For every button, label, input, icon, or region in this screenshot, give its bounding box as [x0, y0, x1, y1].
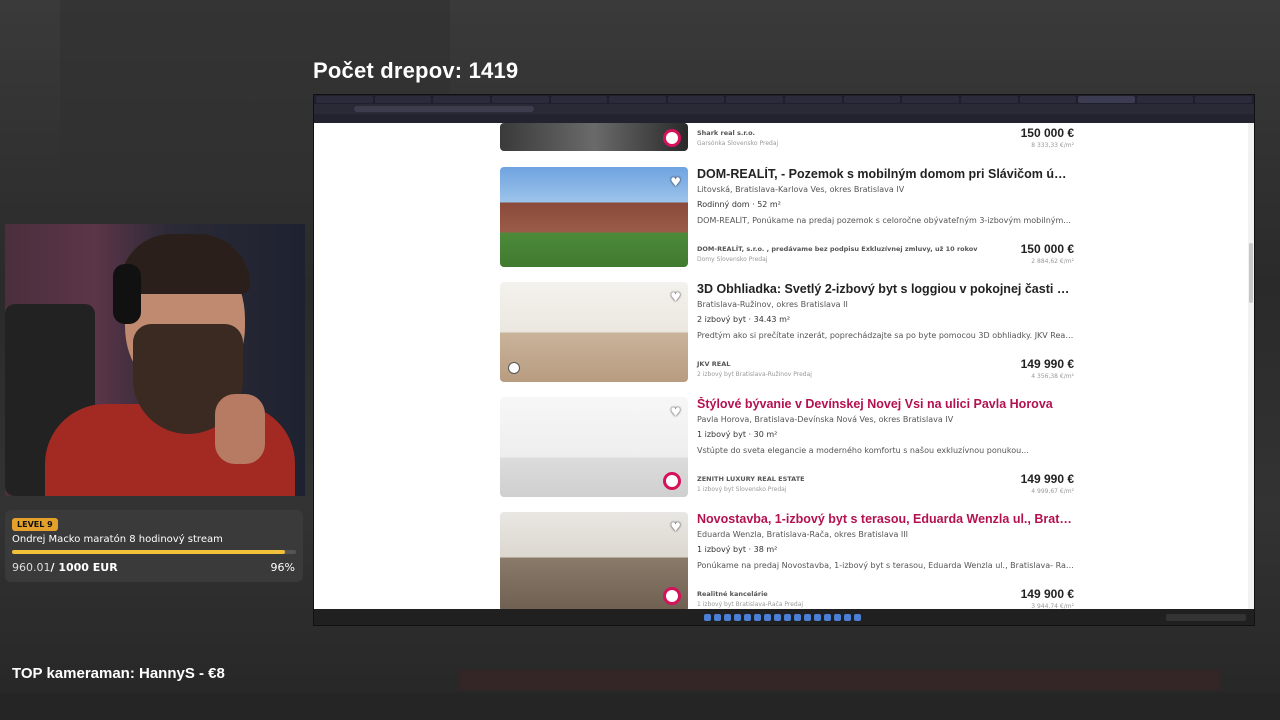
listing-price: 149 900 € [1020, 587, 1074, 601]
listing-category: 1 izbový byt Bratislava-Rača Predaj [697, 601, 804, 608]
taskbar-app-icons[interactable] [704, 614, 861, 621]
listing-description: Vstúpte do sveta elegancie a moderného k… [697, 446, 1029, 455]
listing-address: Bratislava-Ružinov, okres Bratislava II [697, 300, 848, 309]
listing-description: Ponúkame na predaj Novostavba, 1-izbový … [697, 561, 1074, 570]
donation-goal-widget: LEVEL 9 Ondrej Macko maratón 8 hodinový … [5, 510, 303, 582]
listing-price: 150 000 € [1020, 126, 1074, 140]
listing-address: Pavla Horova, Bratislava-Devínska Nová V… [697, 415, 954, 424]
shared-screen: Shark real s.r.o. Garsónka Slovensko Pre… [313, 94, 1255, 626]
listing-type: Rodinný dom · 52 m² [697, 200, 781, 209]
heart-icon[interactable]: ♥ [670, 290, 681, 304]
listing-card[interactable]: ♥ DOM-REALÍT, - Pozemok s mobilným domom… [500, 167, 1074, 267]
scrollbar[interactable] [1248, 123, 1254, 609]
listing-price-per-m2: 4 999,67 €/m² [1031, 488, 1074, 495]
listing-price: 150 000 € [1020, 242, 1074, 256]
top-cameraman: TOP kameraman: HannyS - €8 [12, 665, 225, 682]
listing-partial[interactable]: Shark real s.r.o. Garsónka Slovensko Pre… [500, 123, 1074, 151]
listing-photo[interactable] [500, 123, 688, 151]
listing-title[interactable]: Novostavba, 1-izbový byt s terasou, Edua… [697, 512, 1074, 526]
listing-type: 1 izbový byt · 30 m² [697, 430, 778, 439]
taskbar [314, 609, 1254, 625]
squat-counter: Počet drepov: 1419 [313, 58, 519, 83]
system-tray[interactable] [1166, 614, 1246, 621]
browser-tabs[interactable] [314, 95, 1254, 104]
bookmarks-bar[interactable] [314, 114, 1254, 123]
listing-agency: Realitné kancelárie [697, 590, 768, 598]
listing-category: Garsónka Slovensko Predaj [697, 140, 779, 147]
goal-amount: 960.01/ 1000 EUR [12, 561, 118, 574]
listing-photo[interactable]: ♥ [500, 512, 688, 612]
scrollbar-thumb[interactable] [1249, 243, 1253, 303]
listing-agency: DOM-REALÍT, s.r.o. , predávame bez podpi… [697, 245, 978, 253]
listing-price-per-m2: 8 333,33 €/m² [1031, 142, 1074, 149]
heart-icon[interactable]: ♥ [670, 520, 681, 534]
goal-title: Ondrej Macko maratón 8 hodinový stream [12, 534, 223, 545]
listing-title[interactable]: Štýlové bývanie v Devínskej Novej Vsi na… [697, 397, 1074, 411]
listing-title[interactable]: 3D Obhliadka: Svetlý 2-izbový byt s logg… [697, 282, 1074, 296]
listing-card[interactable]: ♥ Novostavba, 1-izbový byt s terasou, Ed… [500, 512, 1074, 612]
listing-price-per-m2: 4 356,38 €/m² [1031, 373, 1074, 380]
listing-address: Litovská, Bratislava-Karlova Ves, okres … [697, 185, 905, 194]
3d-tour-icon[interactable] [508, 362, 520, 374]
webcam-feed [5, 224, 305, 496]
agency-logo-icon [663, 587, 681, 605]
listing-description: DOM-REALÍT, Ponúkame na predaj pozemok s… [697, 216, 1071, 225]
listing-type: 2 izbový byt · 34.43 m² [697, 315, 791, 324]
goal-level-badge: LEVEL 9 [12, 518, 58, 531]
bottom-bar [0, 693, 1280, 720]
listing-title[interactable]: DOM-REALÍT, - Pozemok s mobilným domom p… [697, 167, 1074, 181]
agency-logo-icon [663, 129, 681, 147]
goal-target: / 1000 EUR [50, 561, 118, 574]
listing-description: Predtým ako si prečítate inzerát, poprec… [697, 331, 1074, 340]
listing-category: 2 izbový byt Bratislava-Ružinov Predaj [697, 371, 812, 378]
listing-agency: JKV REAL [697, 360, 731, 368]
goal-percent: 96% [270, 561, 295, 574]
listing-address: Eduarda Wenzla, Bratislava-Rača, okres B… [697, 530, 909, 539]
listing-card[interactable]: ♥ Štýlové bývanie v Devínskej Novej Vsi … [500, 397, 1074, 497]
listing-photo[interactable]: ♥ [500, 397, 688, 497]
listing-photo[interactable]: ♥ [500, 167, 688, 267]
listing-category: 1 izbový byt Slovensko Predaj [697, 486, 787, 493]
listing-price: 149 990 € [1020, 357, 1074, 371]
heart-icon[interactable]: ♥ [670, 175, 681, 189]
listing-agency: Shark real s.r.o. [697, 129, 755, 137]
url-field[interactable] [354, 106, 534, 112]
goal-progress-bar [12, 550, 296, 554]
listing-photo[interactable]: ♥ [500, 282, 688, 382]
listing-card[interactable]: ♥ 3D Obhliadka: Svetlý 2-izbový byt s lo… [500, 282, 1074, 382]
listing-price: 149 990 € [1020, 472, 1074, 486]
heart-icon[interactable]: ♥ [670, 405, 681, 419]
listing-price-per-m2: 2 884,62 €/m² [1031, 258, 1074, 265]
listing-category: Domy Slovensko Predaj [697, 256, 768, 263]
goal-progress-fill [12, 550, 285, 554]
agency-logo-icon [663, 472, 681, 490]
goal-current: 960.01 [12, 561, 51, 574]
listing-type: 1 izbový byt · 38 m² [697, 545, 778, 554]
listing-agency: ZENITH LUXURY REAL ESTATE [697, 475, 805, 483]
